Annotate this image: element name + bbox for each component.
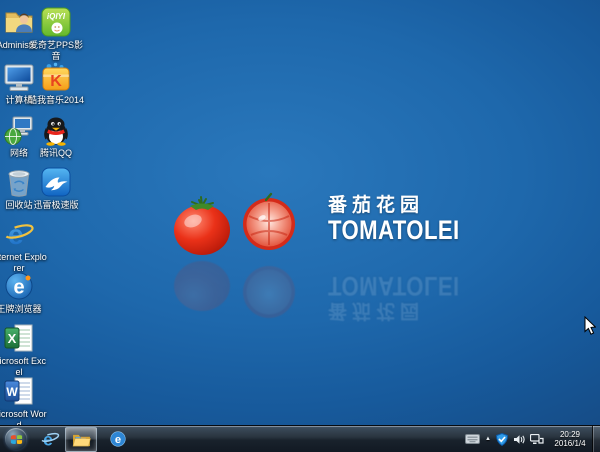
security-shield-icon[interactable] xyxy=(496,433,508,446)
desktop-icon-label: 迅雷极速版 xyxy=(27,200,85,211)
svg-text:iQIYI: iQIYI xyxy=(47,12,66,21)
desktop-icon-word[interactable]: W Microsoft Word xyxy=(0,375,48,430)
tomatolei-logo: 番茄花园 TOMATOLEI xyxy=(166,188,489,258)
volume-icon[interactable] xyxy=(513,434,525,445)
tomatoes-image xyxy=(166,188,312,258)
desktop-icon-internet-explorer[interactable]: e Internet Explorer xyxy=(0,218,48,273)
svg-text:e: e xyxy=(43,429,53,449)
show-desktop-button[interactable] xyxy=(592,426,600,452)
svg-text:e: e xyxy=(8,219,24,250)
taskbar-ie-button[interactable]: e xyxy=(37,427,63,451)
start-button[interactable] xyxy=(5,428,27,450)
network-icon[interactable] xyxy=(530,434,544,445)
browser-e-icon: e xyxy=(109,430,127,448)
taskbar-explorer-button[interactable] xyxy=(65,427,97,452)
desktop-icon-tencent-qq[interactable]: 腾讯QQ xyxy=(27,114,85,159)
desktop-icon-iqiyi-pps[interactable]: iQIYI 爱奇艺PPS影音 xyxy=(27,6,85,61)
svg-text:W: W xyxy=(6,385,18,399)
ie-icon: e xyxy=(40,429,60,449)
iqiyi-pps-icon: iQIYI xyxy=(40,6,72,38)
kuwo-music-icon: K xyxy=(40,61,72,93)
clock-date: 2016/1/4 xyxy=(551,439,589,448)
logo-reflection: 番茄花园 TOMATOLEI xyxy=(166,258,489,328)
svg-text:e: e xyxy=(115,434,121,446)
svg-text:K: K xyxy=(50,73,62,90)
folder-icon xyxy=(72,432,91,447)
logo-title-chinese: 番茄花园 xyxy=(328,196,489,216)
desktop-icon-wangpai-browser[interactable]: e 王牌浏览器 xyxy=(0,270,48,315)
browser-e-icon: e xyxy=(3,270,35,302)
clock-time: 20:29 xyxy=(551,430,589,439)
desktop-icon-label: Microsoft Excel xyxy=(0,356,48,377)
desktop-icon-excel[interactable]: X Microsoft Excel xyxy=(0,322,48,377)
taskbar-clock[interactable]: 20:29 2016/1/4 xyxy=(549,430,591,448)
svg-text:e: e xyxy=(13,277,24,299)
desktop-icon-label: 王牌浏览器 xyxy=(0,304,48,315)
desktop-icon-label: 爱奇艺PPS影音 xyxy=(27,40,85,61)
ie-icon: e xyxy=(3,218,35,250)
taskbar-browser-button[interactable]: e xyxy=(105,427,131,451)
logo-title-english: TOMATOLEI xyxy=(328,216,460,244)
word-icon: W xyxy=(3,375,35,407)
mouse-cursor xyxy=(584,316,596,335)
svg-text:X: X xyxy=(8,331,17,346)
windows-logo-icon xyxy=(10,433,23,446)
taskbar: e e ▲ xyxy=(0,425,600,452)
qq-penguin-icon xyxy=(40,114,72,146)
system-tray: ▲ 20:29 2016/1/4 xyxy=(465,426,591,452)
excel-icon: X xyxy=(3,322,35,354)
desktop-icon-kuwo-music[interactable]: K 酷我音乐2014 xyxy=(27,61,85,106)
desktop-icon-xunlei[interactable]: 迅雷极速版 xyxy=(27,166,85,211)
input-method-keyboard-icon[interactable] xyxy=(465,434,480,444)
xunlei-bird-icon xyxy=(40,166,72,198)
desktop-icon-label: 腾讯QQ xyxy=(27,148,85,159)
show-hidden-icons-button[interactable]: ▲ xyxy=(485,436,491,442)
desktop-icon-label: 酷我音乐2014 xyxy=(27,95,85,106)
